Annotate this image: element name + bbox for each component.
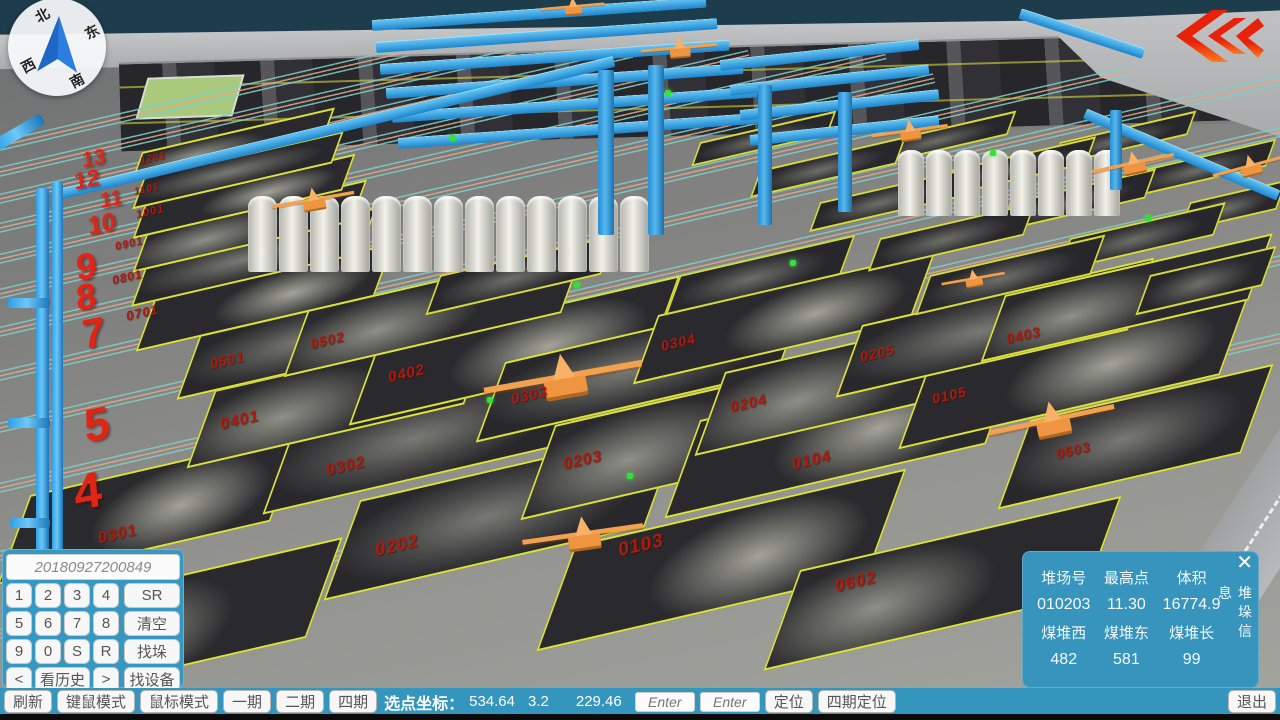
status-dot bbox=[665, 90, 671, 96]
row-number-label: 12 bbox=[73, 166, 100, 194]
storage-silo bbox=[403, 196, 432, 272]
row-number-label: 10 bbox=[87, 209, 116, 239]
storage-silo bbox=[372, 196, 401, 272]
machine-body bbox=[670, 48, 691, 58]
key-7[interactable]: 7 bbox=[64, 611, 90, 636]
status-dot bbox=[1145, 215, 1151, 221]
storage-silo bbox=[558, 196, 587, 272]
storage-silo bbox=[926, 150, 952, 216]
bottom-toolbar: 刷新 键鼠模式 鼠标模式 一期 二期 四期 选点坐标： 534.64 3.2 2… bbox=[0, 688, 1280, 715]
history-timestamp-input[interactable] bbox=[6, 554, 180, 580]
machine-mast bbox=[573, 515, 593, 536]
status-dot bbox=[790, 260, 796, 266]
storage-silo bbox=[496, 196, 525, 272]
mouse-mode-button[interactable]: 鼠标模式 bbox=[140, 690, 218, 713]
pile-east-value: 581 bbox=[1098, 647, 1156, 673]
keyboard-mouse-mode-button[interactable]: 键鼠模式 bbox=[57, 690, 135, 713]
key-0[interactable]: 0 bbox=[35, 639, 61, 664]
pipe-rack bbox=[36, 188, 49, 563]
conveyor-tower bbox=[648, 65, 664, 235]
status-dot bbox=[990, 150, 996, 156]
key-r[interactable]: R bbox=[93, 639, 119, 664]
storage-silo bbox=[620, 196, 649, 272]
pipe-rack bbox=[10, 518, 50, 528]
find-pile-button[interactable]: 找垛 bbox=[124, 639, 180, 664]
key-s[interactable]: S bbox=[64, 639, 90, 664]
storage-silo bbox=[1038, 150, 1064, 216]
status-dot bbox=[487, 397, 493, 403]
conveyor-tower bbox=[758, 85, 772, 225]
compass-arrow-icon bbox=[29, 11, 87, 81]
storage-silo bbox=[1066, 150, 1092, 216]
picked-point-coords-label: 选点坐标： bbox=[384, 690, 464, 714]
row-number-label: 5 bbox=[82, 399, 111, 450]
highest-point-value: 11.30 bbox=[1098, 592, 1156, 618]
storage-silo bbox=[527, 196, 556, 272]
pile-id-value: 010203 bbox=[1030, 592, 1098, 618]
digital-twin-coal-yard-app: 1201110110010901080107010501050204010402… bbox=[0, 0, 1280, 720]
pile-info-header: 堆场号 bbox=[1030, 563, 1098, 592]
key-3[interactable]: 3 bbox=[64, 583, 90, 608]
key-5[interactable]: 5 bbox=[6, 611, 32, 636]
status-dot bbox=[574, 282, 580, 288]
find-pile-panel: 1 2 3 4 SR 5 6 7 8 清空 9 0 S R 找垛 < 看历史 >… bbox=[2, 549, 184, 688]
key-6[interactable]: 6 bbox=[35, 611, 61, 636]
coord-y-value: 3.2 bbox=[528, 693, 549, 710]
key-8[interactable]: 8 bbox=[93, 611, 119, 636]
machine-body bbox=[900, 130, 921, 141]
status-dot bbox=[627, 473, 633, 479]
coord-input-1[interactable] bbox=[635, 692, 695, 712]
conveyor-tower bbox=[598, 70, 614, 235]
coord-z-value: 229.46 bbox=[576, 693, 622, 710]
company-logo-icon bbox=[1172, 10, 1264, 62]
storage-silo bbox=[898, 150, 924, 216]
row-number-label: 4 bbox=[72, 463, 104, 518]
pile-info-header: 煤堆东 bbox=[1098, 618, 1156, 647]
key-sr[interactable]: SR bbox=[124, 583, 180, 608]
key-9[interactable]: 9 bbox=[6, 639, 32, 664]
close-icon[interactable]: ✕ bbox=[1236, 553, 1253, 573]
locate-button[interactable]: 定位 bbox=[765, 690, 813, 713]
storage-silo bbox=[1010, 150, 1036, 216]
screen-bottom-strip bbox=[0, 714, 1280, 720]
coord-input-2[interactable] bbox=[700, 692, 760, 712]
machine-body bbox=[965, 278, 983, 287]
pile-info-header: 煤堆西 bbox=[1030, 618, 1098, 647]
machine-mast bbox=[673, 36, 685, 49]
conveyor-tower bbox=[838, 92, 852, 212]
machine-body bbox=[565, 6, 583, 14]
storage-silo bbox=[954, 150, 980, 216]
phase1-button[interactable]: 一期 bbox=[223, 690, 271, 713]
clear-button[interactable]: 清空 bbox=[124, 611, 180, 636]
pile-info-panel: ✕ 堆场号 最高点 体积 010203 11.30 16774.9 煤堆西 煤堆… bbox=[1022, 551, 1259, 688]
phase2-button[interactable]: 二期 bbox=[276, 690, 324, 713]
refresh-button[interactable]: 刷新 bbox=[4, 690, 52, 713]
storage-silo bbox=[465, 196, 494, 272]
status-dot bbox=[450, 135, 456, 141]
key-2[interactable]: 2 bbox=[35, 583, 61, 608]
pipe-rack bbox=[8, 418, 50, 428]
compass-widget[interactable]: 北 东 南 西 bbox=[8, 0, 106, 96]
panel-vertical-title: 堆垛信息 bbox=[1215, 585, 1255, 654]
key-1[interactable]: 1 bbox=[6, 583, 32, 608]
pile-info-header: 最高点 bbox=[1098, 563, 1156, 592]
phase4-button[interactable]: 四期 bbox=[329, 690, 377, 713]
phase4-locate-button[interactable]: 四期定位 bbox=[818, 690, 896, 713]
storage-silo bbox=[982, 150, 1008, 216]
key-4[interactable]: 4 bbox=[93, 583, 119, 608]
storage-silo bbox=[434, 196, 463, 272]
pipe-rack bbox=[52, 182, 63, 562]
pipe-rack bbox=[8, 298, 50, 308]
exit-button[interactable]: 退出 bbox=[1228, 690, 1276, 713]
coord-x-value: 534.64 bbox=[469, 693, 515, 710]
row-number-label: 7 bbox=[80, 311, 106, 356]
pile-west-value: 482 bbox=[1030, 647, 1098, 673]
